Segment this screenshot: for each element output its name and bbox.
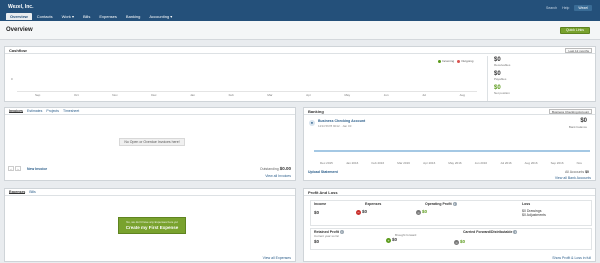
nav-expenses[interactable]: Expenses (95, 13, 121, 20)
bank-balance-label: Bank balance (568, 125, 587, 129)
page-title: Overview (6, 27, 33, 33)
nav-banking[interactable]: Banking (122, 13, 144, 20)
create-first-expense-button[interactable]: No, we don't have any Expenses here yet … (118, 217, 186, 234)
bank-icon: ● (309, 120, 315, 126)
legend-incoming: Incoming (438, 59, 454, 63)
cashflow-y-tick: 0 (11, 77, 13, 81)
profit-loss-header: Profit And Loss (304, 189, 595, 196)
equals-icon: = (454, 239, 459, 245)
cashflow-legend: Incoming Outgoing (438, 59, 473, 63)
invoices-empty-message: No Open or Overdue Invoices here! (119, 138, 185, 146)
cashflow-divider (487, 56, 488, 101)
nav-overview[interactable]: Overview (6, 13, 32, 20)
cashflow-baseline (17, 91, 477, 92)
pl-brought-value: $0 (391, 237, 397, 242)
company-name[interactable]: Wezel, Inc. (8, 4, 33, 10)
cashflow-header: Cashflow Last 12 months (5, 47, 595, 54)
invoices-outstanding: Outstanding $0.00 (259, 166, 291, 171)
bank-account-select[interactable]: Business Checking Account (548, 109, 592, 114)
net-position-stat: $0 Net position (494, 85, 510, 95)
banking-panel: Banking Business Checking Account ● Busi… (303, 107, 596, 181)
tab-bills[interactable]: Bills (29, 190, 35, 194)
bank-balance: $0 (580, 118, 587, 124)
view-all-bank-accounts-link[interactable]: View all Bank Accounts (555, 176, 591, 180)
bank-account-number: 1234 5678 9012 · Jan 03 (318, 124, 352, 128)
cashflow-title: Cashflow (9, 48, 27, 53)
quick-links-button[interactable]: Quick Links (560, 27, 590, 34)
invoices-pager: ‹ › (8, 166, 21, 171)
banking-header: Banking Business Checking Account (304, 108, 595, 115)
help-link[interactable]: Help (562, 6, 569, 10)
invoices-panel: Invoices Estimates Projects Timesheet No… (4, 107, 296, 181)
tab-projects[interactable]: Projects (46, 109, 59, 113)
nav-accounting[interactable]: Accounting ▾ (145, 13, 176, 20)
equals-icon: = (416, 209, 421, 215)
pl-operating-profit: Operating Profit i = $0 (416, 202, 457, 215)
expenses-hint: No, we don't have any Expenses here yet (126, 220, 178, 224)
top-right-links: Search Help Wezel (546, 5, 592, 11)
pl-loss: Loss $0 Drawings $0 Adjustments (522, 202, 546, 217)
legend-outgoing: Outgoing (457, 59, 473, 63)
invoices-outstanding-value: $0.00 (279, 166, 291, 171)
next-page-button[interactable]: › (15, 166, 21, 171)
all-accounts-value: $0 (585, 170, 589, 174)
main-nav: Overview Contacts Work ▾ Bills Expenses … (6, 13, 176, 21)
receivables-stat: $0 Receivables (494, 57, 511, 67)
plus-icon: + (386, 237, 391, 243)
tab-timesheet[interactable]: Timesheet (63, 109, 79, 113)
page-header: Overview Quick Links (0, 21, 600, 40)
pl-brought-forward: Brought forward + $0 (386, 233, 417, 243)
pl-operating-profit-value: $0 (421, 209, 427, 215)
show-profit-loss-link[interactable]: Show Profit & Loss in full (552, 256, 591, 260)
cashflow-months: Sep Oct Nov Dec Jan Feb Mar Apr May Jun Jul Aug (35, 93, 465, 97)
pl-income-value: $0 (314, 210, 320, 215)
view-all-expenses-link[interactable]: View all Expenses (263, 256, 291, 260)
invoices-tabs: Invoices Estimates Projects Timesheet (5, 108, 295, 115)
tab-invoices[interactable]: Invoices (9, 109, 24, 113)
search-link[interactable]: Search (546, 6, 557, 10)
new-invoice-link[interactable]: New Invoice (27, 167, 47, 171)
pl-expenses-value: $0 (361, 209, 367, 214)
banking-title: Banking (308, 109, 324, 114)
user-menu-button[interactable]: Wezel (574, 5, 592, 11)
nav-work[interactable]: Work ▾ (58, 13, 78, 20)
nav-contacts[interactable]: Contacts (33, 13, 57, 20)
cashflow-period-select[interactable]: Last 12 months (565, 48, 592, 53)
pl-retained-value: $0 (314, 239, 320, 245)
pl-adjustments: $0 Adjustments (522, 213, 546, 217)
info-icon: i (513, 230, 518, 235)
pl-bottom-box (310, 228, 592, 250)
minus-icon: − (356, 209, 361, 215)
create-first-expense-label: Create my First Expense (125, 225, 179, 230)
profit-loss-panel: Profit And Loss Income $0 Expenses − $0 … (303, 188, 596, 262)
expenses-tabs: Expenses Bills (5, 189, 295, 196)
pl-income: Income $0 (314, 202, 327, 215)
all-accounts-total: All Accounts $0 (565, 170, 589, 174)
info-icon: i (339, 230, 344, 235)
bank-account-name[interactable]: Business Checking Account (318, 119, 365, 123)
pl-carried-value: $0 (459, 239, 465, 245)
bank-balance-chart (314, 150, 590, 152)
cashflow-panel: Cashflow Last 12 months Incoming Outgoin… (4, 46, 596, 102)
top-navigation-bar: Wezel, Inc. Overview Contacts Work ▾ Bil… (0, 0, 600, 21)
payables-stat: $0 Payables (494, 71, 507, 81)
profit-loss-title: Profit And Loss (308, 190, 338, 195)
tab-expenses[interactable]: Expenses (9, 190, 26, 194)
pl-carried-forward: Carried Forward/Distributable i = $0 (454, 230, 518, 245)
banking-months: Dec 2015 Jan 2016 Feb 2016 Mar 2016 Apr 2016… (320, 161, 582, 165)
pl-expenses: Expenses − $0 (356, 202, 382, 215)
upload-statement-link[interactable]: Upload Statement (308, 170, 338, 174)
view-all-invoices-link[interactable]: View all Invoices (265, 174, 291, 178)
info-icon: i (452, 202, 457, 207)
tab-estimates[interactable]: Estimates (27, 109, 42, 113)
expenses-panel: Expenses Bills No, we don't have any Exp… (4, 188, 296, 262)
prev-page-button[interactable]: ‹ (8, 166, 14, 171)
pl-retained: Retained Profit i Current year so far $0 (314, 230, 344, 245)
nav-bills[interactable]: Bills (79, 13, 94, 20)
